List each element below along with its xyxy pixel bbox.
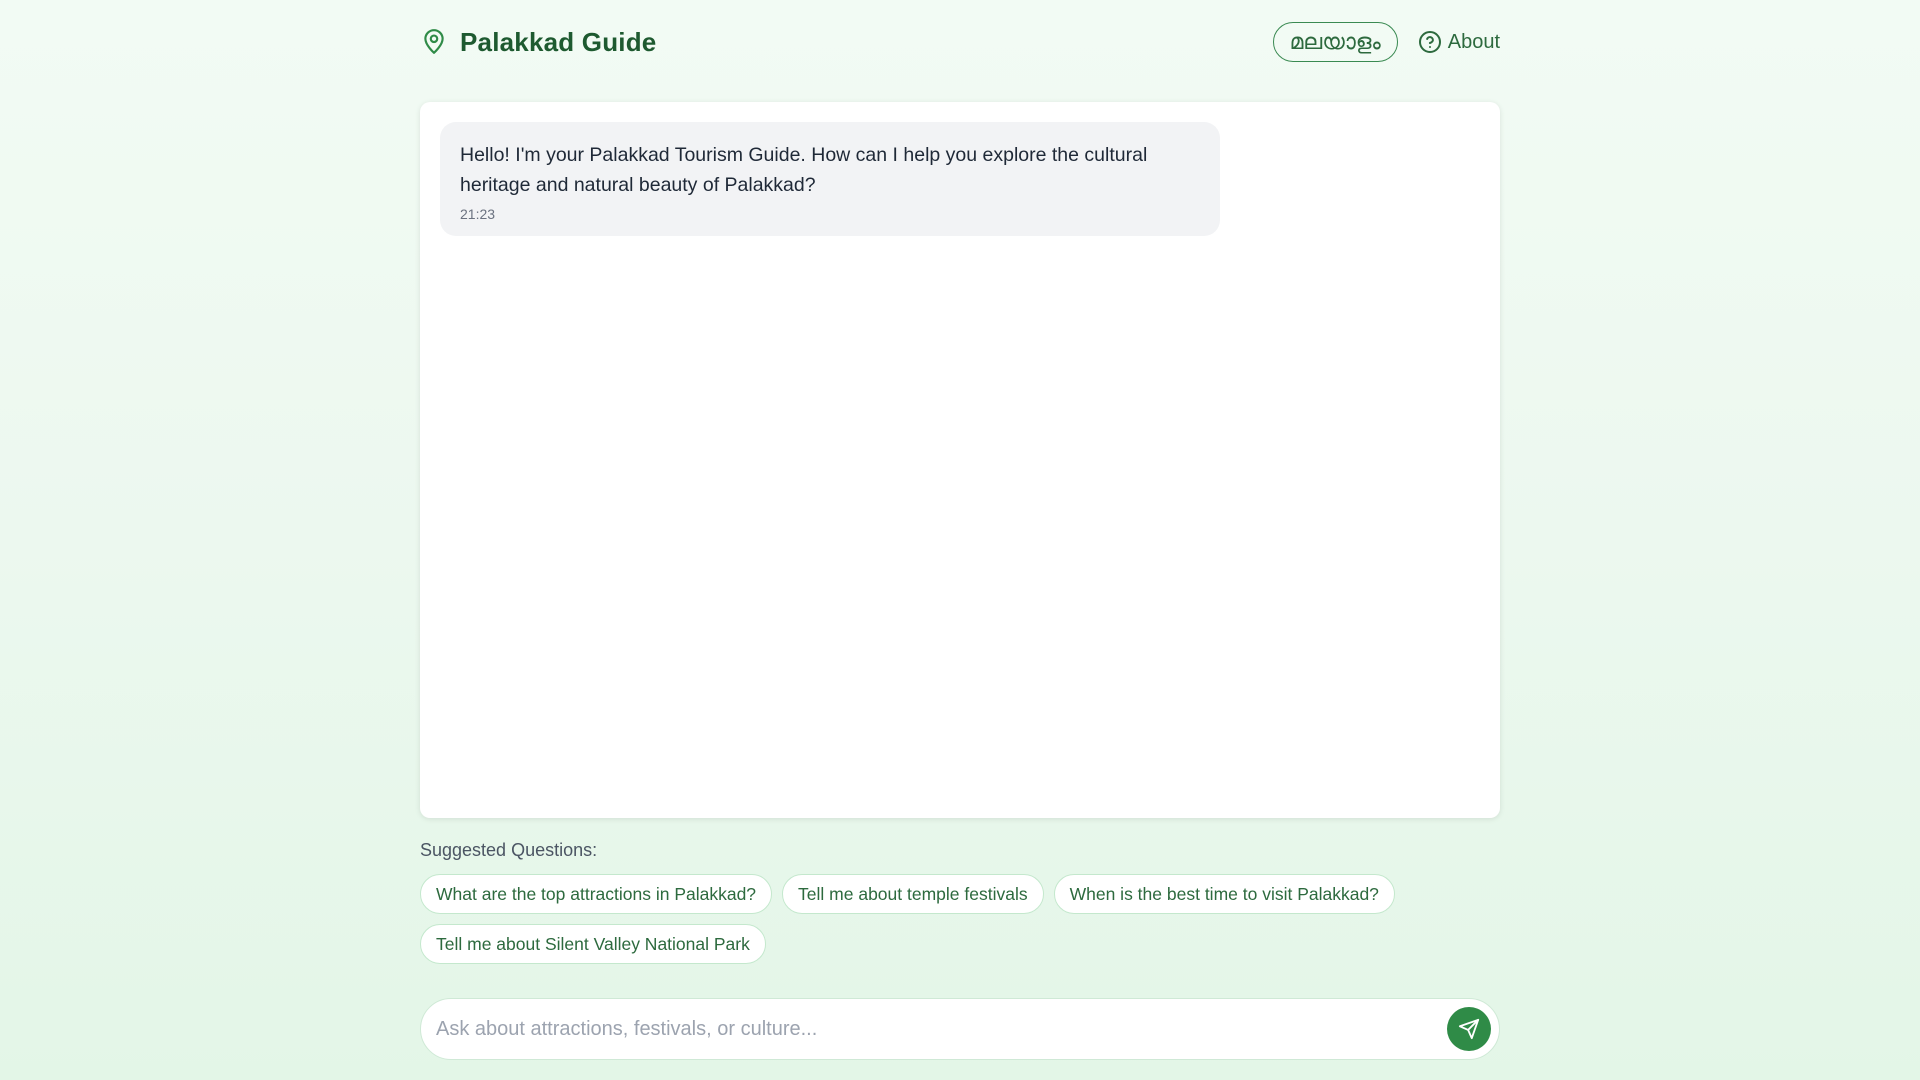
send-button[interactable] — [1447, 1007, 1491, 1051]
suggestion-chip-best-time[interactable]: When is the best time to visit Palakkad? — [1053, 874, 1395, 914]
chat-panel[interactable]: Hello! I'm your Palakkad Tourism Guide. … — [420, 102, 1500, 818]
help-circle-icon — [1418, 30, 1442, 54]
app-container: Palakkad Guide മലയാളം About Hello! I'm y… — [420, 0, 1500, 1080]
chat-input[interactable] — [421, 1001, 1447, 1057]
language-toggle-button[interactable]: മലയാളം — [1272, 22, 1398, 62]
app-header: Palakkad Guide മലയാളം About — [420, 20, 1500, 64]
message-timestamp: 21:23 — [460, 206, 496, 222]
suggestion-chip-temple-festivals[interactable]: Tell me about temple festivals — [782, 874, 1044, 914]
map-pin-icon — [420, 28, 448, 56]
suggestion-chip-silent-valley[interactable]: Tell me about Silent Valley National Par… — [420, 924, 766, 964]
suggested-questions-label: Suggested Questions: — [420, 840, 598, 860]
message-text: Hello! I'm your Palakkad Tourism Guide. … — [460, 144, 1148, 196]
app-title: Palakkad Guide — [460, 26, 657, 57]
assistant-message: Hello! I'm your Palakkad Tourism Guide. … — [440, 122, 1220, 236]
chat-input-bar — [420, 998, 1500, 1060]
brand: Palakkad Guide — [420, 27, 656, 58]
about-label: About — [1447, 30, 1500, 53]
about-link[interactable]: About — [1418, 30, 1500, 54]
header-actions: മലയാളം About — [1272, 22, 1500, 62]
suggested-questions: What are the top attractions in Palakkad… — [420, 874, 1500, 964]
suggestion-chip-attractions[interactable]: What are the top attractions in Palakkad… — [420, 874, 773, 914]
send-icon — [1458, 1018, 1480, 1040]
